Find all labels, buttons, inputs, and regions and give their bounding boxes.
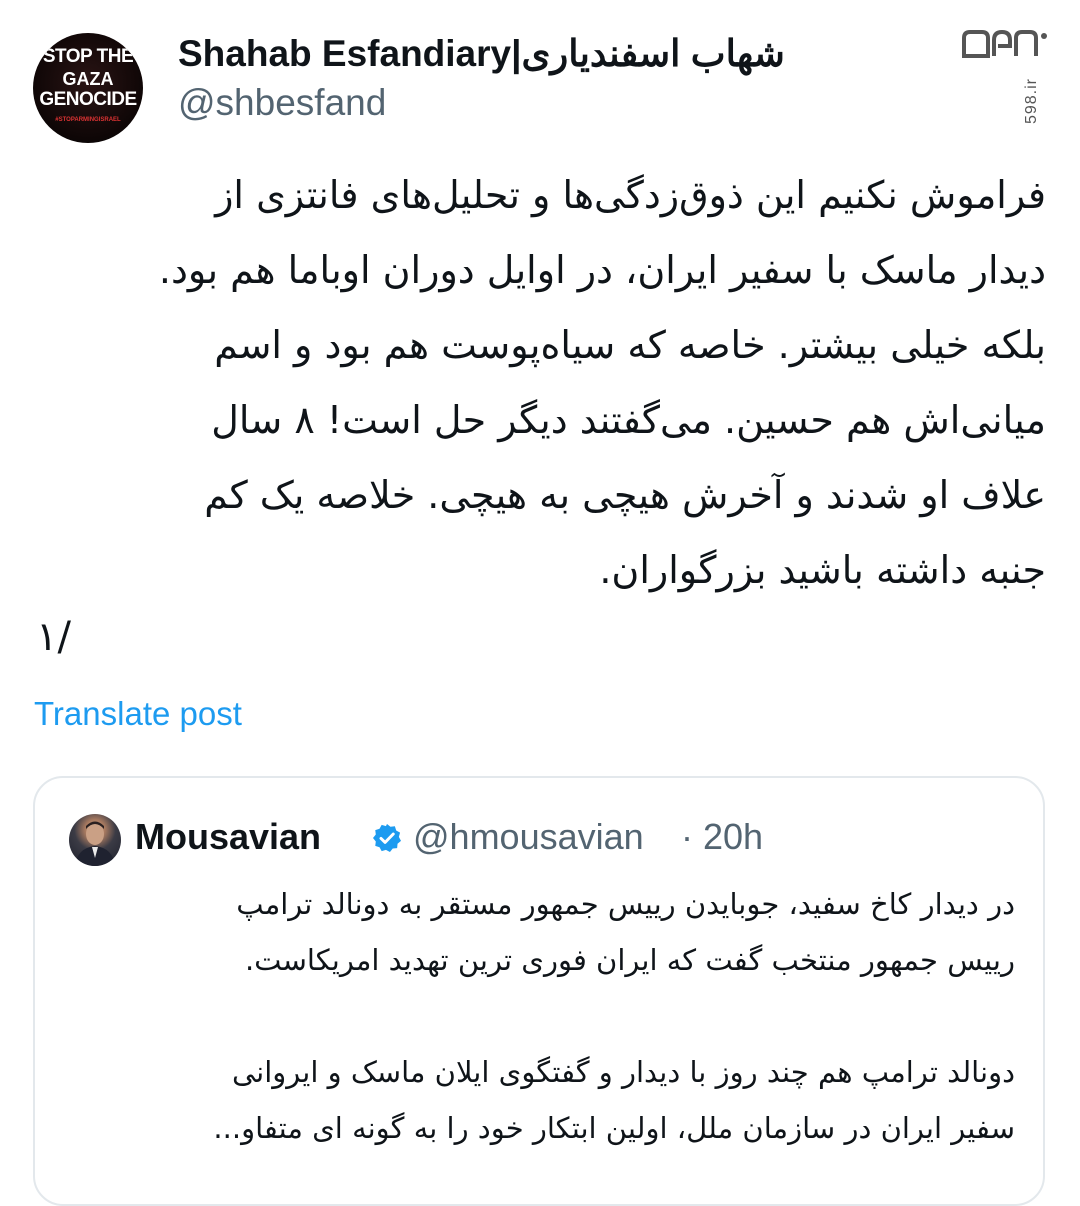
- quoted-tweet-text: در دیدار کاخ سفید، جوبایدن رییس جمهور مس…: [69, 876, 1015, 1156]
- author-display-name[interactable]: Shahab Esfandiary|شهاب اسفندیاری: [178, 30, 785, 78]
- person-portrait-icon: [75, 821, 115, 866]
- 598-logo-icon: [962, 29, 1047, 58]
- quoted-display-name[interactable]: Mousavian: [135, 810, 321, 864]
- avatar-text-line: GAZA: [62, 69, 114, 89]
- avatar-text-line: GENOCIDE: [39, 89, 137, 110]
- translate-post-link[interactable]: Translate post: [34, 690, 242, 738]
- tweet-text: فراموش نکنیم این ذوق‌زدگی‌ها و تحلیل‌های…: [34, 158, 1046, 608]
- quoted-tweet-card[interactable]: Mousavian @hmousavian · 20h در دیدار کاخ…: [33, 776, 1045, 1206]
- quoted-handle[interactable]: @hmousavian: [413, 810, 644, 864]
- verified-badge-icon: [373, 824, 401, 852]
- watermark-site: 598.ir: [1023, 77, 1040, 125]
- quoted-timestamp[interactable]: · 20h: [681, 810, 763, 864]
- quoted-text-line: رییس جمهور منتخب گفت که ایران فوری ترین …: [244, 943, 1015, 977]
- author-avatar[interactable]: STOP THE GAZA GENOCIDE #STOPARMINGISRAEL: [33, 33, 143, 143]
- quoted-text-line: سفیر ایران در سازمان ملل، اولین ابتکار خ…: [213, 1111, 1015, 1145]
- tweet-text-line: علاف او شدند و آخرش هیچی به هیچی. خلاصه …: [204, 473, 1046, 517]
- avatar-text-line: STOP THE: [42, 46, 134, 67]
- tweet-text-line: بلکه خیلی بیشتر. خاصه که سیاه‌پوست هم بو…: [214, 323, 1046, 367]
- tweet-text-line: میانی‌اش هم حسین. می‌گفتند دیگر حل است! …: [211, 398, 1046, 442]
- quoted-author-avatar[interactable]: [69, 814, 121, 866]
- quoted-text-line: در دیدار کاخ سفید، جوبایدن رییس جمهور مس…: [236, 887, 1015, 921]
- thread-marker: ۱/: [36, 614, 71, 660]
- quoted-text-line: دونالد ترامپ هم چند روز با دیدار و گفتگو…: [231, 1055, 1015, 1089]
- author-handle[interactable]: @shbesfand: [178, 80, 386, 126]
- avatar-text-line: #STOPARMINGISRAEL: [55, 117, 121, 123]
- tweet-text-line: دیدار ماسک با سفیر ایران، در اوایل دوران…: [158, 248, 1046, 292]
- tweet-text-line: فراموش نکنیم این ذوق‌زدگی‌ها و تحلیل‌های…: [215, 173, 1046, 217]
- tweet-text-line: جنبه داشته باشید بزرگواران.: [599, 548, 1046, 592]
